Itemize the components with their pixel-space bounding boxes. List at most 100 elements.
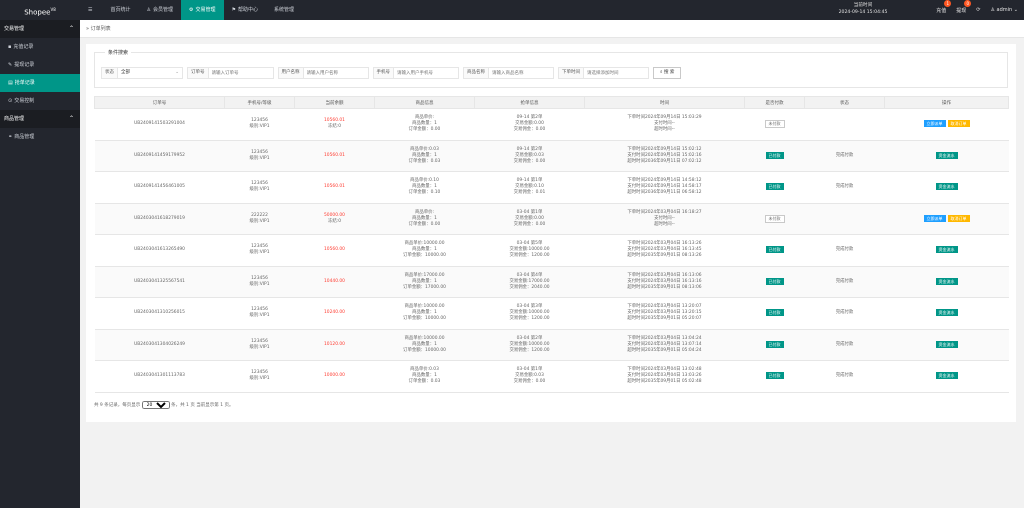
user-filter: 用户名称 [277, 67, 369, 79]
cancel-order-button[interactable]: 取消订单 [947, 214, 970, 222]
order-filter: 订单号 [187, 67, 274, 79]
chevron-down-icon: ⌄ [1013, 7, 1018, 13]
withdraw-link[interactable]: 提现 0 [956, 0, 972, 14]
time-filter: 下单时间 [558, 67, 649, 79]
nav-label: 首页统计 [110, 7, 131, 13]
sidebar-group-label: 交易管理 [4, 26, 25, 32]
user-menu[interactable]: ♙ admin ⌄ [990, 7, 1018, 13]
dispatch-button[interactable]: 立即派单 [923, 120, 946, 128]
user-level: 级别:VIP1 [249, 344, 270, 350]
table-cell: 已付款 [744, 139, 805, 172]
status-select[interactable]: 全部 ⌄ [118, 68, 182, 78]
nav-icon: ⚙ [189, 7, 194, 13]
table-cell: 03-04 第1单 交易金额:0.00 交易佣金：0.00 [474, 202, 585, 235]
table-cell: 立即派单 取消订单 [884, 202, 1009, 235]
user-level: 级别:VIP1 [249, 124, 270, 130]
sidebar-group-trade[interactable]: 交易管理 ⌃ [0, 20, 80, 38]
table-cell: 下单时间2024年03月04日 13:20:07 支付时间2024年03月04日 … [584, 297, 745, 330]
goods-input[interactable] [489, 68, 553, 78]
sidebar-item-items1-1[interactable]: ✎ 提现记录 [0, 56, 80, 74]
table-cell: 商品单价:17000.00 商品数量：1 订单金额：17000.00 [374, 265, 475, 298]
nav-item-3[interactable]: ⚙ 交易管理 [181, 0, 224, 20]
user-level: 级别:VIP1 [249, 155, 270, 161]
main-card: 条件搜索 状态 全部 ⌄ 订单号 用户名称 手机号 商品名称 [86, 44, 1016, 422]
nav-item-4[interactable]: ⚑ 帮助中心 [224, 0, 267, 20]
clock-value: 2024-09-14 15:04:45 [838, 10, 888, 15]
table-cell: 10560.01 冻结:0 [294, 108, 375, 141]
search-label: 搜 索 [663, 70, 675, 75]
table-row: UB2409141459179952 123456 级别:VIP1 10560.01 商… [94, 139, 1009, 172]
nav-item-5[interactable]: 系统管理 [266, 0, 302, 20]
dispatch-button[interactable]: 立即派单 [923, 214, 946, 222]
withdraw-label: 提现 [956, 7, 967, 14]
balance-value: 10560.00 [324, 247, 345, 253]
table-cell: 商品单价: 商品数量：1 订单金额：0.00 [374, 202, 475, 235]
pagination-suffix: 条，共 1 页 当前显示第 1 页。 [171, 403, 234, 408]
table-cell: 下单时间2024年03月04日 16:13:06 支付时间2024年03月04日 … [584, 265, 745, 298]
fund-flow-button[interactable]: 资金流水 [935, 309, 958, 317]
fund-flow-button[interactable]: 资金流水 [935, 372, 958, 380]
column-header: 是否付款 [744, 96, 805, 109]
table-cell: UB2403041304026249 [94, 328, 225, 361]
fund-flow-button[interactable]: 资金流水 [935, 277, 958, 285]
table-cell: 123456 级别:VIP1 [224, 265, 295, 298]
table-cell: 03-04 第2单 交易金额:10000.00 交易佣金：1200.00 [474, 328, 585, 361]
sidebar-item-items1-0[interactable]: ▪ 充值记录 [0, 38, 80, 56]
pay-status-badge: 已付款 [765, 151, 784, 159]
fund-flow-button[interactable]: 资金流水 [935, 340, 958, 348]
table-cell: 09-14 第1单 交易金额:0.10 交易佣金：0.01 [474, 171, 585, 204]
balance-value: 10560.01 [324, 152, 345, 158]
column-header: 手机号/等级 [224, 96, 295, 109]
table-cell: 03-04 第1单 交易金额:0.03 交易佣金：0.00 [474, 360, 585, 393]
chevron-up-icon: ⌃ [68, 115, 74, 122]
phone-input[interactable] [394, 68, 458, 78]
fund-flow-button[interactable]: 资金流水 [935, 151, 958, 159]
top-bar: ShopeeV8 ☰ 首页统计 ♙ 会员管理 ⚙ 交易管理 ⚑ 帮助中心 系统管理 当前时间 2… [0, 0, 1024, 20]
nav-item-1[interactable]: 首页统计 [102, 0, 138, 20]
table-cell: 商品单价: 商品数量：1 订单金额：0.00 [374, 108, 475, 141]
order-status: 完成付款 [835, 310, 854, 316]
time-input[interactable] [584, 68, 648, 78]
page-size-select[interactable]: 20 [141, 401, 170, 409]
grab-commission: 交易佣金：2040.00 [509, 284, 550, 290]
table-cell: 10440.00 [294, 265, 375, 298]
search-button[interactable]: ⌕ 搜 索 [653, 67, 682, 79]
table-cell: 10240.00 [294, 297, 375, 330]
table-cell: 10000.00 [294, 360, 375, 393]
goods-filter: 商品名称 [463, 67, 554, 79]
pagination: 共 9 条记录，每页显示 20 条，共 1 页 当前显示第 1 页。 [94, 401, 234, 409]
pagination-prefix: 共 9 条记录，每页显示 [94, 403, 141, 408]
recharge-link[interactable]: 充值 1 [936, 0, 952, 14]
fund-flow-button[interactable]: 资金流水 [935, 183, 958, 191]
table-cell: UB2403041613265490 [94, 234, 225, 267]
grab-commission: 交易佣金：0.00 [513, 158, 546, 164]
grab-commission: 交易佣金：0.00 [513, 379, 546, 385]
user-input[interactable] [303, 68, 368, 78]
brand-logo[interactable]: ShopeeV8 [0, 0, 80, 20]
nav-item-0[interactable]: ☰ [80, 0, 102, 20]
sidebar-group-goods[interactable]: 商品管理 ⌃ [0, 110, 80, 128]
refresh-icon[interactable]: ⟳ [976, 7, 980, 13]
order-input[interactable] [208, 68, 273, 78]
nav-icon: ☰ [88, 7, 93, 13]
filter-panel: 条件搜索 状态 全部 ⌄ 订单号 用户名称 手机号 商品名称 [94, 49, 1008, 88]
orders-table: 订单号 手机号/等级 当前余额 商品信息 抢单信息 时间 是否付款 状态 操作 UB240914… [94, 96, 1009, 393]
goods-amount: 订单金额：0.00 [408, 221, 441, 227]
table-cell: 下单时间2024年09月14日 15:03:29 支付时间-- 超时时间-- [584, 108, 745, 141]
table-cell: 商品单价:10000.00 商品数量：1 订单金额：10000.00 [374, 328, 475, 361]
withdraw-badge: 0 [964, 0, 972, 7]
order-number: UB2403041613265490 [134, 247, 185, 253]
sidebar-item-items1-3[interactable]: ⊙ 交易控制 [0, 92, 80, 110]
order-number: UB2403041618279019 [134, 215, 185, 221]
fund-flow-button[interactable]: 资金流水 [935, 246, 958, 254]
sidebar-item-items1-2[interactable]: ▤ 抢单记录 [0, 74, 80, 92]
goods-amount: 订单金额：0.00 [408, 127, 441, 133]
sidebar-item-items2-0[interactable]: ⚭ 商品管理 [0, 128, 80, 146]
frozen-value: 冻结:0 [327, 124, 342, 130]
nav-item-2[interactable]: ♙ 会员管理 [139, 0, 182, 20]
table-cell: UB2403041325567541 [94, 265, 225, 298]
table-cell: 10560.01 [294, 171, 375, 204]
nav-label: 交易管理 [195, 7, 216, 13]
table-row: UB2403041301113783 123456 级别:VIP1 10000.00 商… [94, 360, 1009, 393]
cancel-order-button[interactable]: 取消订单 [947, 120, 970, 128]
